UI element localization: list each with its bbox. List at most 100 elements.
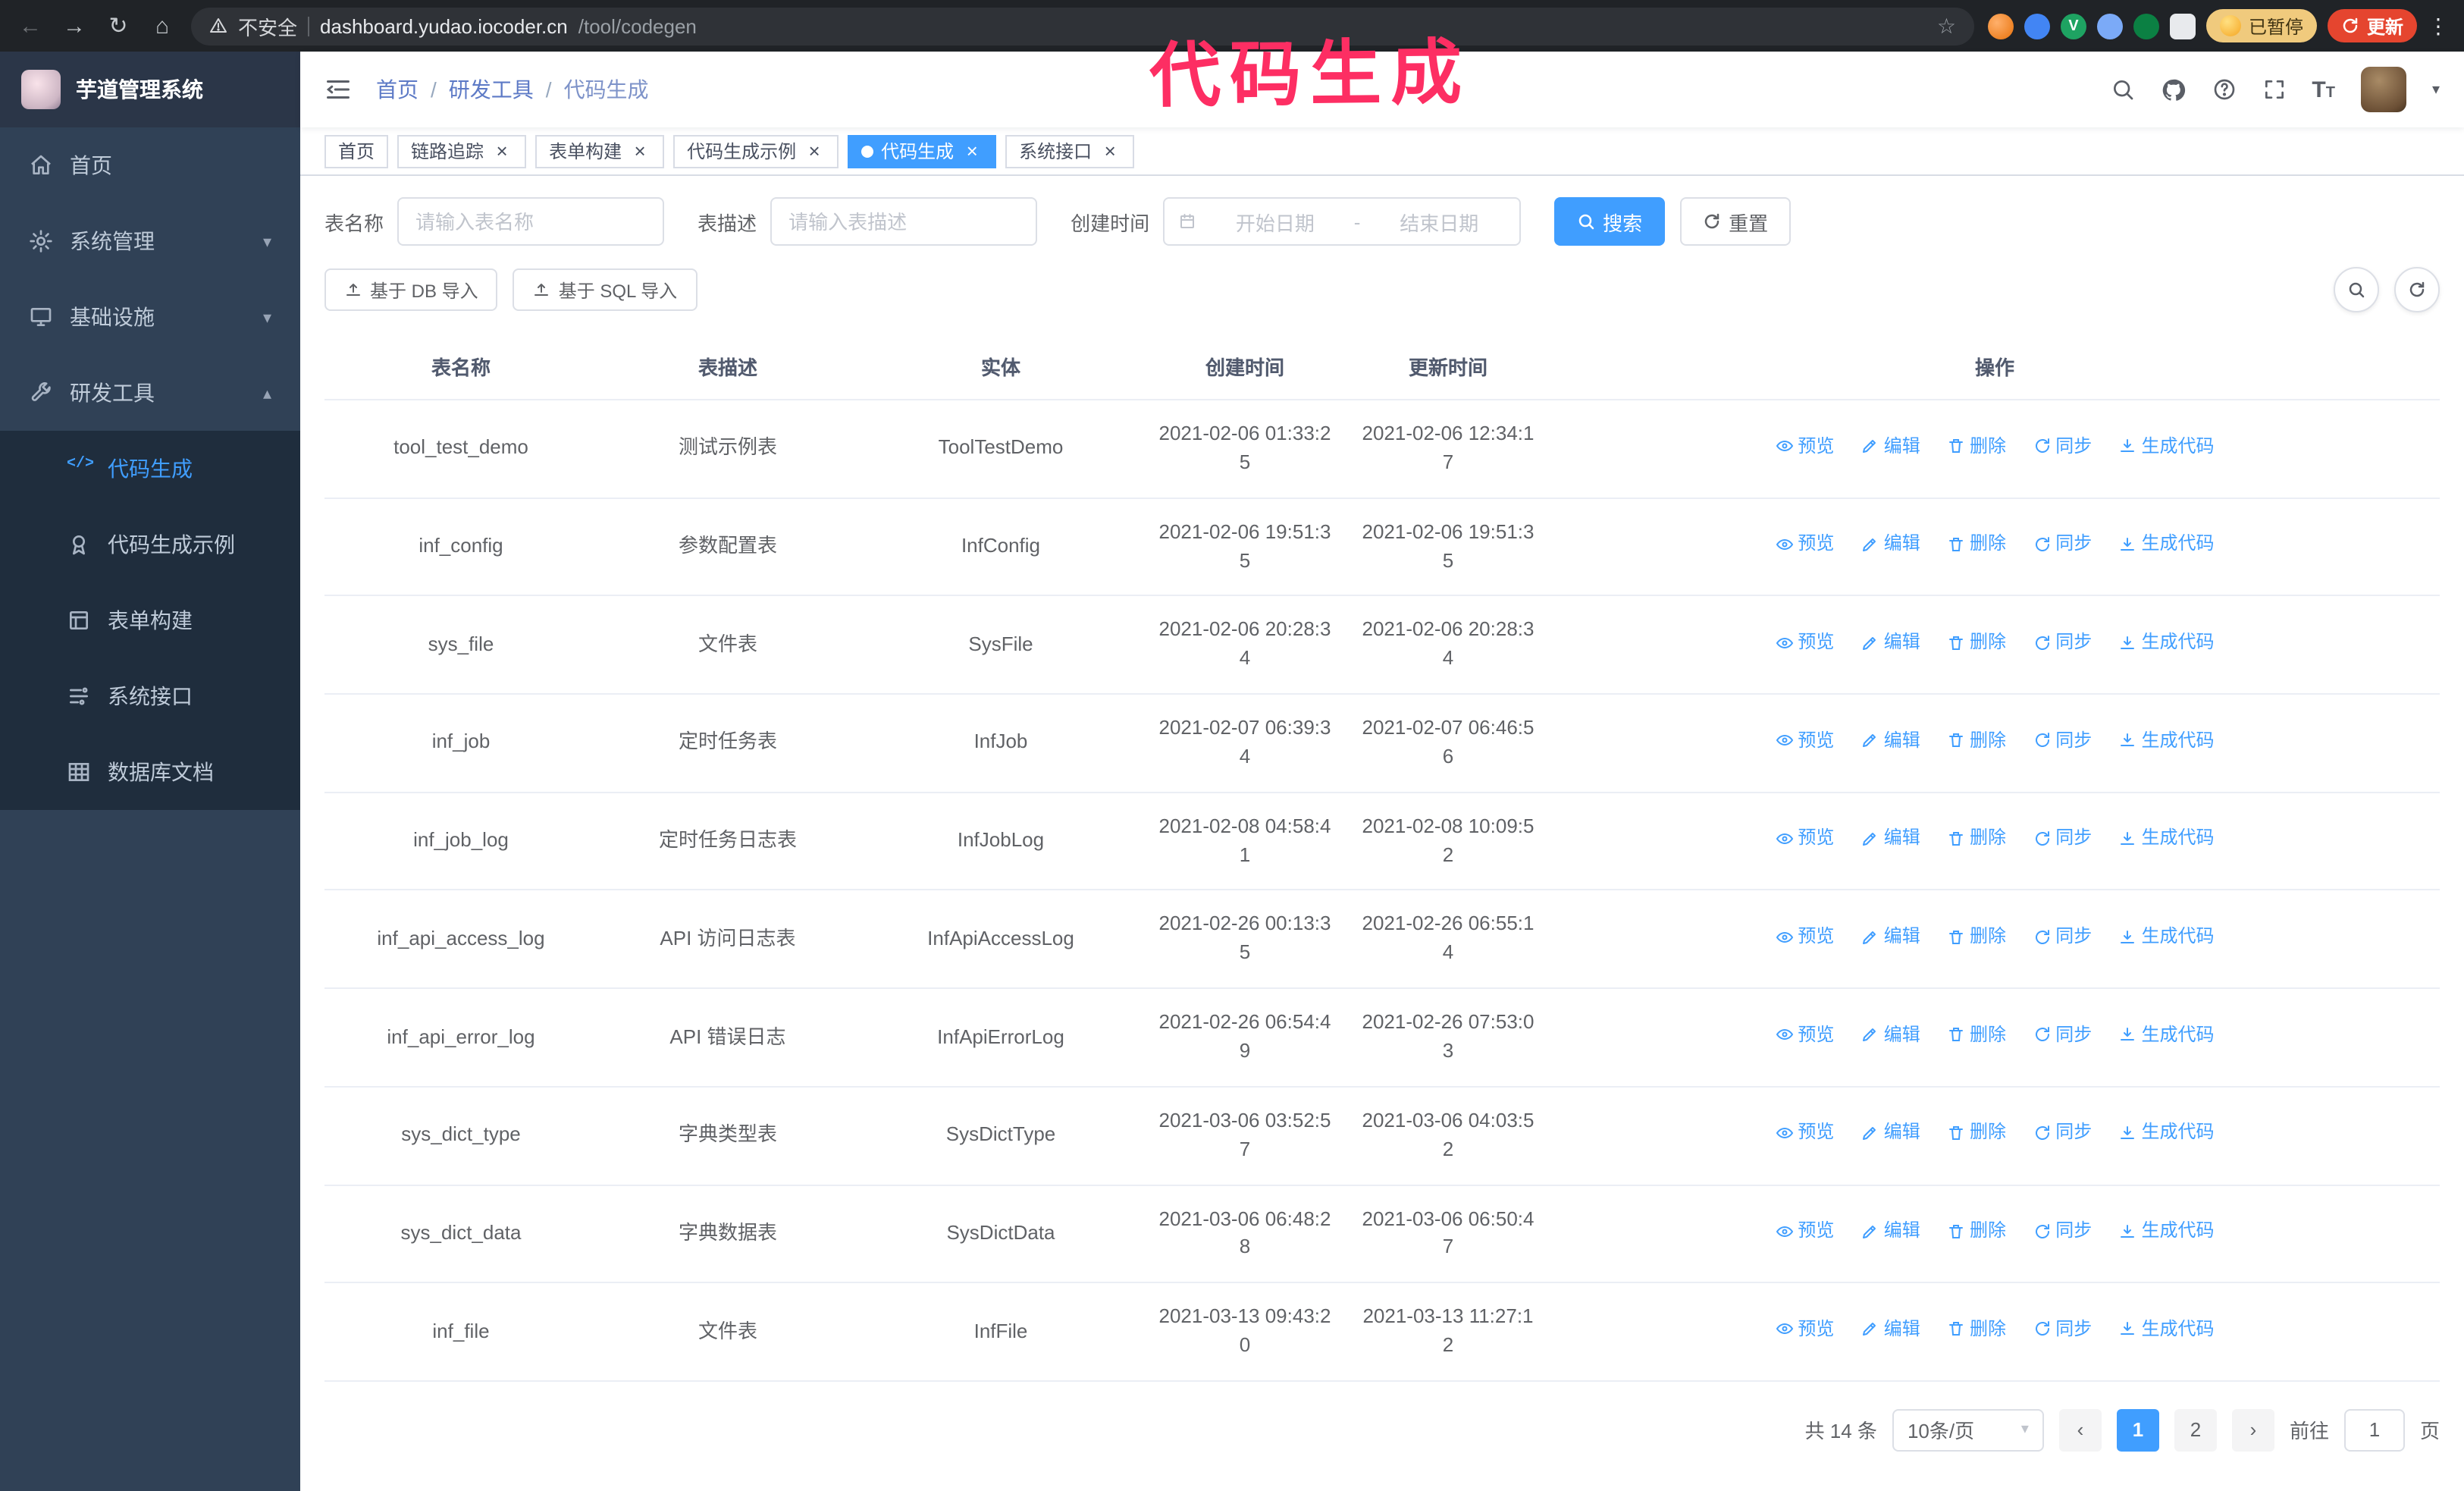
profile-paused-badge[interactable]: 已暂停	[2205, 9, 2317, 42]
delete-link[interactable]: 删除	[1947, 1120, 2006, 1147]
reload-icon[interactable]: ↻	[103, 12, 133, 39]
delete-link[interactable]: 删除	[1947, 826, 2006, 852]
edit-link[interactable]: 编辑	[1861, 1022, 1920, 1048]
sync-link[interactable]: 同步	[2033, 826, 2092, 852]
sync-link[interactable]: 同步	[2033, 1317, 2092, 1343]
forward-icon[interactable]: →	[59, 13, 89, 39]
delete-link[interactable]: 删除	[1947, 1022, 2006, 1048]
goto-page-input[interactable]	[2343, 1408, 2405, 1452]
sidebar-item-codegen[interactable]: </> 代码生成	[0, 431, 300, 507]
sidebar-item-system-api[interactable]: 系统接口	[0, 658, 300, 734]
sidebar-item-db-docs[interactable]: 数据库文档	[0, 734, 300, 810]
tab-close-icon[interactable]: ×	[804, 140, 825, 162]
date-range-picker[interactable]: 开始日期 - 结束日期	[1163, 197, 1522, 246]
extension-icon[interactable]	[2024, 13, 2050, 39]
home-icon[interactable]: ⌂	[147, 13, 177, 39]
table-desc-input[interactable]	[770, 197, 1038, 246]
user-avatar[interactable]	[2360, 67, 2406, 112]
import-db-button[interactable]: 基于 DB 导入	[324, 268, 498, 311]
sidebar-item-codegen-example[interactable]: 代码生成示例	[0, 507, 300, 582]
sync-link[interactable]: 同步	[2033, 532, 2092, 558]
delete-link[interactable]: 删除	[1947, 727, 2006, 754]
delete-link[interactable]: 删除	[1947, 433, 2006, 460]
sync-link[interactable]: 同步	[2033, 1120, 2092, 1147]
extension-icon[interactable]	[2133, 13, 2159, 39]
generate-code-link[interactable]: 生成代码	[2119, 924, 2215, 950]
avatar-caret-icon[interactable]: ▾	[2432, 81, 2440, 98]
tab-close-icon[interactable]: ×	[629, 140, 650, 162]
tab-close-icon[interactable]: ×	[961, 140, 983, 162]
sync-link[interactable]: 同步	[2033, 629, 2092, 656]
generate-code-link[interactable]: 生成代码	[2119, 1317, 2215, 1343]
generate-code-link[interactable]: 生成代码	[2119, 727, 2215, 754]
page-size-select[interactable]: 10条/页 ▾	[1892, 1408, 2044, 1452]
browser-update-button[interactable]: 更新	[2327, 9, 2417, 42]
next-page-button[interactable]: ›	[2231, 1408, 2274, 1452]
logo[interactable]: 芋道管理系统	[0, 52, 300, 127]
sidebar-item-home[interactable]: 首页	[0, 127, 300, 203]
delete-link[interactable]: 删除	[1947, 1317, 2006, 1343]
search-icon[interactable]	[2110, 77, 2134, 102]
tab[interactable]: 代码生成 ×	[848, 134, 997, 168]
edit-link[interactable]: 编辑	[1861, 1120, 1920, 1147]
tab-close-icon[interactable]: ×	[1099, 140, 1121, 162]
preview-link[interactable]: 预览	[1775, 826, 1834, 852]
tab[interactable]: 链路追踪 ×	[397, 134, 527, 168]
fullscreen-icon[interactable]	[2262, 77, 2286, 102]
page-number-button[interactable]: 1	[2116, 1408, 2159, 1452]
preview-link[interactable]: 预览	[1775, 924, 1834, 950]
extension-icon[interactable]	[1987, 13, 2014, 39]
back-icon[interactable]: ←	[15, 13, 45, 39]
delete-link[interactable]: 删除	[1947, 629, 2006, 656]
sync-link[interactable]: 同步	[2033, 924, 2092, 950]
generate-code-link[interactable]: 生成代码	[2119, 826, 2215, 852]
sync-link[interactable]: 同步	[2033, 1022, 2092, 1048]
tab[interactable]: 代码生成示例 ×	[673, 134, 839, 168]
edit-link[interactable]: 编辑	[1861, 727, 1920, 754]
sidebar-item-infrastructure[interactable]: 基础设施 ▾	[0, 279, 300, 355]
preview-link[interactable]: 预览	[1775, 629, 1834, 656]
font-size-icon[interactable]: TT	[2312, 77, 2335, 102]
page-number-button[interactable]: 2	[2174, 1408, 2217, 1452]
address-bar[interactable]: 不安全 dashboard.yudao.iocoder.cn /tool/cod…	[191, 7, 1974, 45]
generate-code-link[interactable]: 生成代码	[2119, 629, 2215, 656]
delete-link[interactable]: 删除	[1947, 532, 2006, 558]
preview-link[interactable]: 预览	[1775, 433, 1834, 460]
refresh-table-button[interactable]	[2394, 267, 2440, 312]
generate-code-link[interactable]: 生成代码	[2119, 532, 2215, 558]
breadcrumb-item[interactable]: 首页	[376, 74, 419, 105]
help-icon[interactable]	[2212, 77, 2236, 102]
sync-link[interactable]: 同步	[2033, 727, 2092, 754]
edit-link[interactable]: 编辑	[1861, 924, 1920, 950]
bookmark-star-icon[interactable]: ☆	[1937, 13, 1956, 39]
tab-close-icon[interactable]: ×	[491, 140, 513, 162]
sync-link[interactable]: 同步	[2033, 433, 2092, 460]
preview-link[interactable]: 预览	[1775, 1218, 1834, 1245]
search-button[interactable]: 搜索	[1554, 197, 1666, 246]
sync-link[interactable]: 同步	[2033, 1218, 2092, 1245]
delete-link[interactable]: 删除	[1947, 1218, 2006, 1245]
generate-code-link[interactable]: 生成代码	[2119, 1120, 2215, 1147]
edit-link[interactable]: 编辑	[1861, 1218, 1920, 1245]
toggle-search-button[interactable]	[2334, 267, 2379, 312]
edit-link[interactable]: 编辑	[1861, 532, 1920, 558]
extension-icon[interactable]	[2096, 13, 2123, 39]
preview-link[interactable]: 预览	[1775, 1022, 1834, 1048]
import-sql-button[interactable]: 基于 SQL 导入	[513, 268, 698, 311]
generate-code-link[interactable]: 生成代码	[2119, 1218, 2215, 1245]
sidebar-item-dev-tools[interactable]: 研发工具 ▴	[0, 355, 300, 431]
breadcrumb-item[interactable]: 研发工具	[449, 74, 534, 105]
hamburger-icon[interactable]	[324, 76, 352, 103]
sidebar-item-system-management[interactable]: 系统管理 ▾	[0, 203, 300, 279]
preview-link[interactable]: 预览	[1775, 1120, 1834, 1147]
tab[interactable]: 系统接口 ×	[1005, 134, 1135, 168]
edit-link[interactable]: 编辑	[1861, 433, 1920, 460]
delete-link[interactable]: 删除	[1947, 924, 2006, 950]
tab[interactable]: 表单构建 ×	[535, 134, 665, 168]
edit-link[interactable]: 编辑	[1861, 1317, 1920, 1343]
generate-code-link[interactable]: 生成代码	[2119, 433, 2215, 460]
github-icon[interactable]	[2160, 77, 2186, 102]
browser-menu-icon[interactable]: ⋮	[2428, 13, 2449, 39]
preview-link[interactable]: 预览	[1775, 727, 1834, 754]
sidebar-item-form-builder[interactable]: 表单构建	[0, 582, 300, 658]
